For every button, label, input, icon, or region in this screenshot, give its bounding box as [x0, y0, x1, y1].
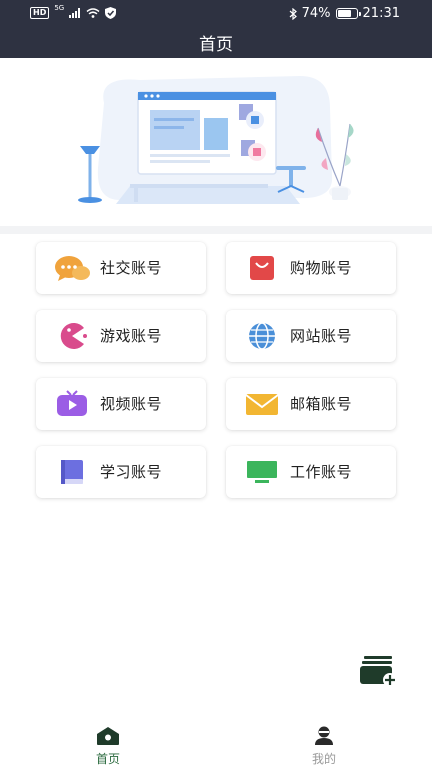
pacman-icon: [60, 323, 87, 349]
shopping-bag-icon: [250, 256, 274, 280]
category-card-work[interactable]: 工作账号: [226, 446, 396, 498]
category-card-social[interactable]: 社交账号: [36, 242, 206, 294]
category-label-game: 游戏账号: [100, 327, 163, 345]
page-title: 首页: [199, 35, 233, 55]
title-bar: 首页: [0, 28, 432, 58]
chat-bubbles-icon: [55, 256, 90, 281]
network-type: 5G: [54, 4, 65, 12]
hd-badge: HD: [30, 7, 50, 19]
tv-play-icon: [57, 390, 87, 416]
category-label-study: 学习账号: [100, 463, 163, 481]
book-icon: [61, 460, 83, 484]
category-card-study[interactable]: 学习账号: [36, 446, 206, 498]
category-card-website[interactable]: 网站账号: [226, 310, 396, 362]
user-icon: [315, 726, 333, 745]
category-label-video: 视频账号: [100, 395, 163, 413]
workspace-illustration: [78, 76, 354, 204]
shield-check-icon: [105, 7, 117, 19]
tab-home[interactable]: 首页: [68, 726, 148, 767]
bottom-tab-bar: 首页 我的: [0, 718, 432, 768]
category-label-shopping: 购物账号: [290, 259, 353, 277]
banner-illustration: [0, 58, 432, 226]
wifi-icon: [86, 8, 100, 18]
tab-label-mine: 我的: [311, 752, 336, 766]
battery-percent: 74%: [301, 6, 331, 21]
globe-icon: [249, 322, 275, 350]
envelope-icon: [245, 394, 279, 415]
status-left: HD 5G: [30, 4, 117, 19]
battery-fill: [337, 10, 351, 17]
bluetooth-icon: [289, 7, 297, 20]
status-bar: HD 5G 74% 21:31: [0, 0, 432, 28]
clock: 21:31: [362, 6, 400, 21]
category-label-social: 社交账号: [100, 259, 163, 277]
tab-mine[interactable]: 我的: [284, 726, 364, 767]
category-card-email[interactable]: 邮箱账号: [226, 378, 396, 430]
category-card-shopping[interactable]: 购物账号: [226, 242, 396, 294]
section-divider: [0, 226, 432, 234]
status-right: 74% 21:31: [289, 6, 400, 21]
category-card-video[interactable]: 视频账号: [36, 378, 206, 430]
add-cards-button[interactable]: [358, 654, 398, 688]
home-icon: [97, 727, 119, 745]
category-card-game[interactable]: 游戏账号: [36, 310, 206, 362]
category-label-website: 网站账号: [290, 327, 353, 345]
signal-icon: [69, 8, 81, 18]
battery-icon: [335, 8, 361, 19]
monitor-icon: [247, 461, 277, 483]
category-label-work: 工作账号: [290, 463, 353, 481]
category-label-email: 邮箱账号: [290, 395, 353, 413]
tab-label-home: 首页: [95, 752, 120, 766]
